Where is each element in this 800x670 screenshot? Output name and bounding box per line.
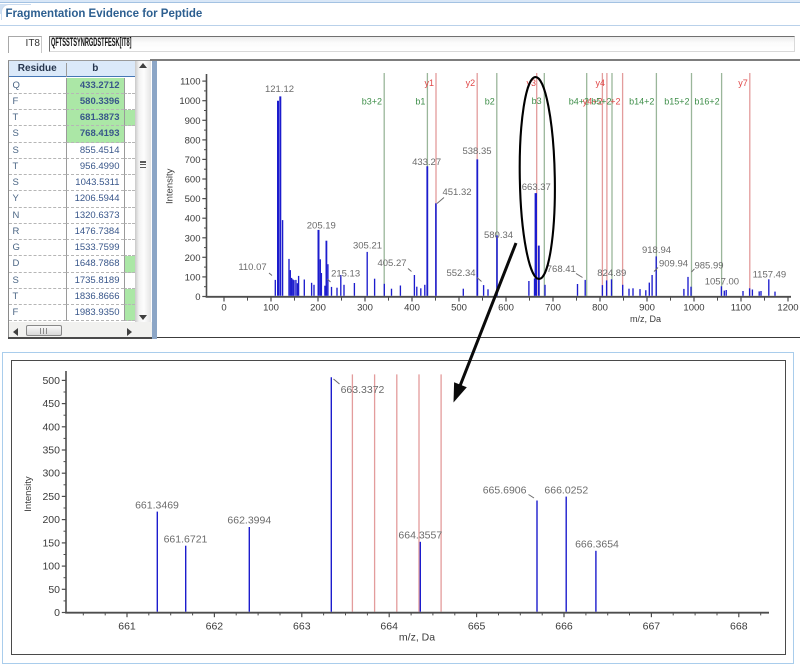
svg-text:900: 900: [185, 116, 201, 127]
svg-text:0: 0: [195, 292, 200, 303]
svg-text:100: 100: [185, 272, 201, 283]
svg-text:800: 800: [185, 135, 201, 146]
svg-text:y3: y3: [526, 78, 536, 88]
svg-text:200: 200: [185, 253, 201, 264]
svg-text:909.94: 909.94: [659, 259, 688, 270]
svg-text:b1: b1: [415, 97, 425, 107]
svg-text:985.99: 985.99: [694, 261, 723, 272]
svg-text:1000: 1000: [179, 96, 200, 107]
svg-text:b3+2: b3+2: [362, 97, 382, 107]
svg-text:1057.00: 1057.00: [705, 277, 739, 288]
svg-text:300: 300: [185, 233, 201, 244]
svg-text:1100: 1100: [180, 77, 200, 88]
svg-text:600: 600: [498, 302, 514, 313]
svg-text:918.94: 918.94: [642, 245, 671, 256]
svg-text:433.27: 433.27: [412, 157, 441, 168]
svg-text:700: 700: [545, 302, 561, 313]
svg-text:b2: b2: [485, 97, 495, 107]
svg-text:200: 200: [310, 302, 326, 313]
svg-text:400: 400: [404, 302, 420, 313]
svg-text:b5+2: b5+2: [591, 97, 611, 107]
svg-text:600: 600: [185, 175, 201, 186]
svg-text:215.13: 215.13: [331, 269, 360, 280]
svg-text:900: 900: [639, 302, 655, 313]
svg-text:121.12: 121.12: [265, 84, 294, 95]
svg-text:+2: +2: [610, 97, 620, 107]
svg-text:y2: y2: [466, 78, 476, 88]
svg-text:1157.49: 1157.49: [753, 270, 787, 281]
svg-text:400: 400: [185, 214, 201, 225]
svg-text:451.32: 451.32: [442, 187, 471, 198]
svg-text:110.07: 110.07: [238, 262, 266, 273]
svg-text:552.34: 552.34: [446, 268, 475, 279]
svg-text:768.41: 768.41: [547, 264, 576, 275]
svg-text:1000: 1000: [683, 302, 704, 313]
svg-text:800: 800: [592, 302, 608, 313]
svg-text:1200: 1200: [777, 302, 798, 313]
svg-text:663.37: 663.37: [522, 182, 551, 193]
svg-text:100: 100: [263, 302, 279, 313]
svg-text:1100: 1100: [731, 302, 751, 313]
svg-text:Intensity: Intensity: [165, 168, 176, 204]
svg-text:y1: y1: [424, 78, 434, 88]
svg-text:405.27: 405.27: [377, 258, 406, 269]
svg-text:824.89: 824.89: [597, 268, 626, 279]
svg-text:0: 0: [221, 302, 226, 313]
svg-text:y4: y4: [595, 78, 605, 88]
svg-text:b16+2: b16+2: [694, 97, 719, 107]
svg-text:y7: y7: [738, 78, 748, 88]
svg-text:b3: b3: [532, 96, 542, 106]
svg-text:300: 300: [357, 302, 373, 313]
svg-text:b14+2: b14+2: [629, 97, 654, 107]
svg-text:500: 500: [185, 194, 201, 205]
svg-text:500: 500: [451, 302, 467, 313]
svg-text:580.34: 580.34: [484, 230, 513, 241]
svg-text:y4+2: y4+2: [583, 97, 603, 107]
svg-text:m/z, Da: m/z, Da: [630, 314, 661, 324]
svg-text:205.19: 205.19: [307, 221, 336, 232]
svg-text:b15+2: b15+2: [664, 97, 689, 107]
svg-text:538.35: 538.35: [462, 146, 491, 157]
svg-text:700: 700: [185, 155, 201, 166]
svg-text:305.21: 305.21: [353, 241, 382, 252]
svg-text:b4+2: b4+2: [569, 97, 589, 107]
